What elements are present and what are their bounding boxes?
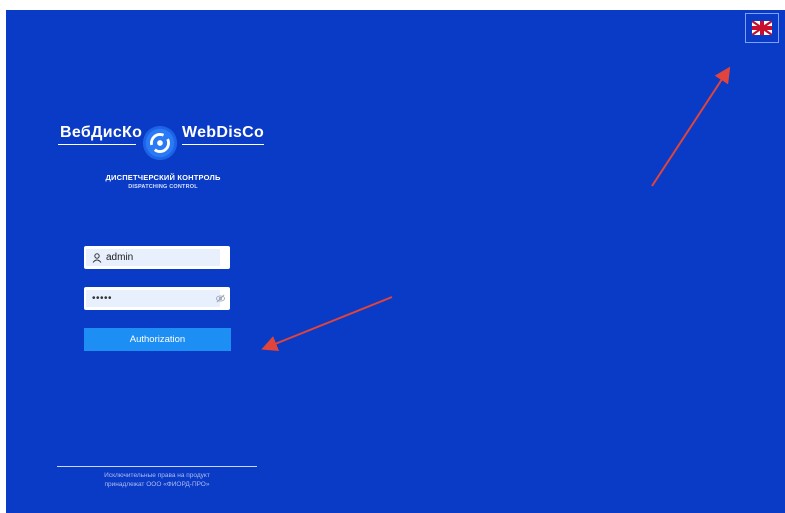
footer-line-2: принадлежат ООО «ФИОРД-ПРО» xyxy=(104,481,210,488)
footer-copyright: Исключительные права на продукт принадле… xyxy=(57,471,257,489)
logo-underline-left xyxy=(58,144,136,145)
brand-name-ru: ВебДисКо xyxy=(60,124,143,141)
username-input[interactable] xyxy=(106,252,216,263)
brand-name-en: WebDisCo xyxy=(182,124,265,141)
gear-icon xyxy=(142,125,178,161)
footer-line-1: Исключительные права на продукт xyxy=(104,472,210,479)
brand-subtitle-ru: ДИСПЕТЧЕРСКИЙ КОНТРОЛЬ xyxy=(105,173,221,182)
eye-slash-icon[interactable] xyxy=(215,293,226,304)
password-input[interactable]: ••••• xyxy=(92,293,112,304)
footer-divider xyxy=(57,466,257,467)
username-field[interactable] xyxy=(84,246,230,269)
login-screen: ВебДисКо WebDisCo ДИСПЕТЧЕРСКИЙ КОНТРОЛЬ… xyxy=(6,10,785,513)
password-field[interactable]: ••••• xyxy=(84,287,230,310)
brand-subtitle-en: DISPATCHING CONTROL xyxy=(128,184,198,190)
uk-flag-icon xyxy=(752,21,772,35)
user-icon xyxy=(92,252,102,263)
brand-logo: ВебДисКо WebDisCo ДИСПЕТЧЕРСКИЙ КОНТРОЛЬ… xyxy=(58,120,268,210)
logo-underline-right xyxy=(182,144,264,145)
language-switch-button[interactable] xyxy=(745,13,779,43)
authorization-button[interactable]: Authorization xyxy=(84,328,231,351)
